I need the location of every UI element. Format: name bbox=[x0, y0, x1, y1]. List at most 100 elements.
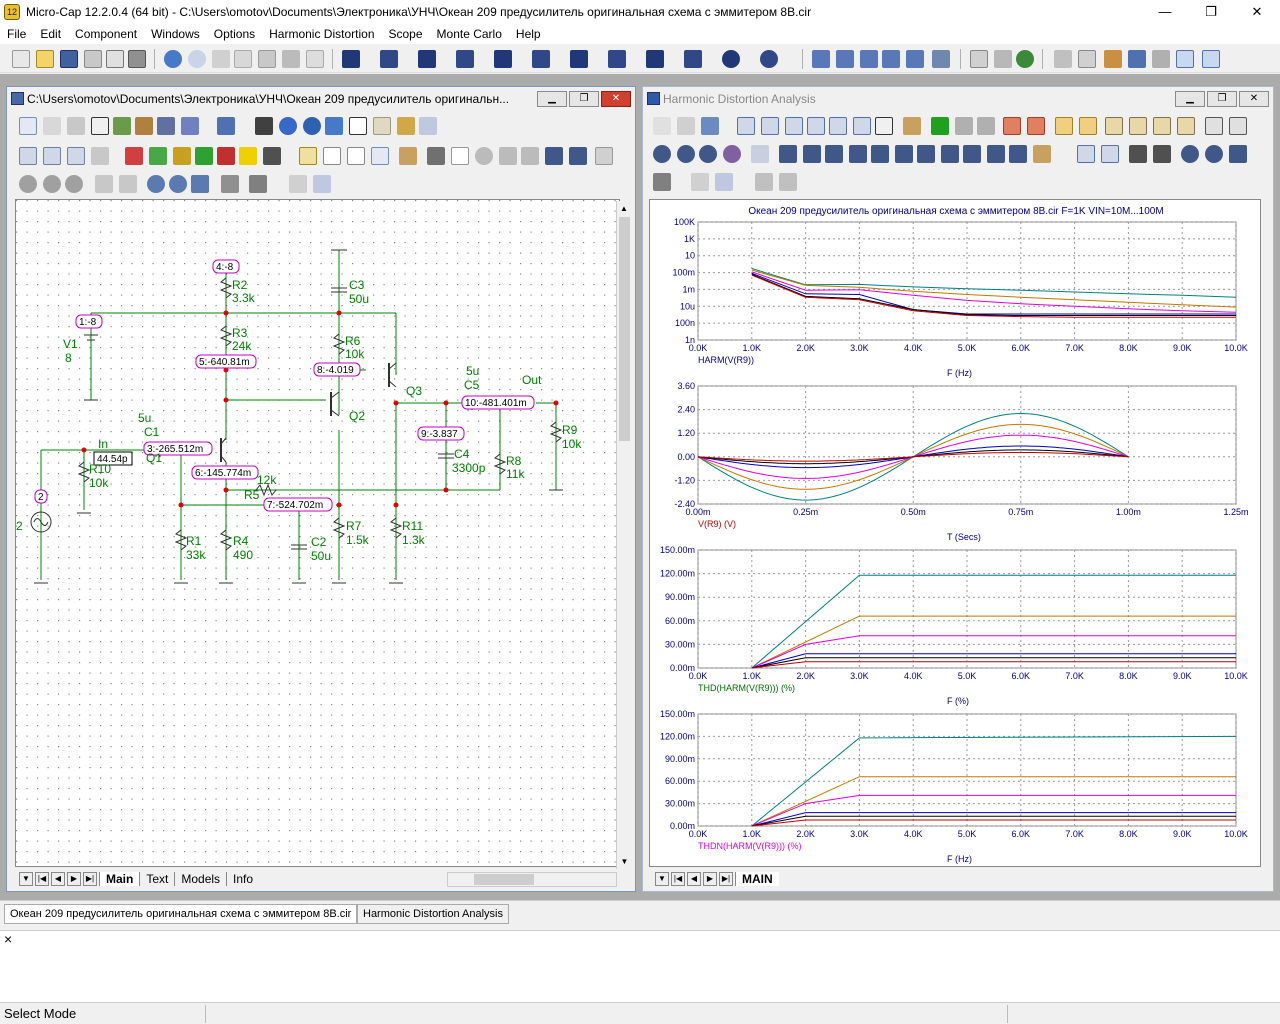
menu-harmonic-distortion[interactable]: Harmonic Distortion bbox=[262, 27, 381, 41]
graph-tag-icon[interactable] bbox=[853, 117, 871, 135]
grid-style-icon[interactable] bbox=[249, 175, 267, 193]
battery-icon[interactable] bbox=[684, 50, 702, 68]
block-icon[interactable] bbox=[646, 50, 664, 68]
inductor-icon[interactable] bbox=[456, 50, 474, 68]
pan-hand-icon[interactable] bbox=[43, 117, 61, 135]
font-icon[interactable] bbox=[289, 175, 307, 193]
edit-icon[interactable] bbox=[751, 145, 769, 163]
zoom-plus-icon[interactable] bbox=[1181, 145, 1199, 163]
tab-prev[interactable]: ◀ bbox=[51, 872, 65, 886]
condition-icon[interactable] bbox=[173, 147, 191, 165]
font-icon[interactable] bbox=[691, 173, 709, 191]
globe-icon[interactable] bbox=[1016, 50, 1034, 68]
menu-scope[interactable]: Scope bbox=[382, 27, 430, 41]
dissipation-icon[interactable] bbox=[195, 147, 213, 165]
menu-help[interactable]: Help bbox=[509, 27, 548, 41]
zoom-out-icon[interactable] bbox=[169, 175, 187, 193]
grid-style-icon[interactable] bbox=[653, 173, 671, 191]
text-attr-icon[interactable] bbox=[19, 147, 37, 165]
scale-icon[interactable] bbox=[701, 117, 719, 135]
node-numbers-icon[interactable] bbox=[67, 147, 85, 165]
table-icon[interactable] bbox=[397, 117, 415, 135]
node-voltage-icon[interactable] bbox=[91, 147, 109, 165]
graph-fit-icon[interactable] bbox=[829, 117, 847, 135]
zoom-out-icon[interactable] bbox=[677, 145, 695, 163]
doc-tab-schematic[interactable]: Океан 209 предусилитель оригинальная схе… bbox=[4, 904, 358, 924]
translate-icon[interactable] bbox=[595, 147, 613, 165]
close-button[interactable]: ✕ bbox=[1234, 0, 1280, 24]
meas-2-icon[interactable] bbox=[803, 145, 821, 163]
tab-first[interactable]: |◀ bbox=[671, 872, 685, 886]
mosfet-icon[interactable] bbox=[570, 50, 588, 68]
schematic-hscrollbar[interactable] bbox=[447, 872, 617, 887]
save-all-icon[interactable] bbox=[84, 50, 102, 68]
minimize-button[interactable]: — bbox=[1142, 0, 1188, 24]
line-tool-icon[interactable] bbox=[113, 117, 131, 135]
pan-hand-icon[interactable] bbox=[677, 117, 695, 135]
graph-pan-icon[interactable] bbox=[785, 117, 803, 135]
tab-text[interactable]: Text bbox=[139, 872, 174, 886]
tab-main-analysis[interactable]: MAIN bbox=[735, 872, 779, 886]
copy-icon[interactable] bbox=[755, 173, 773, 191]
step-icon[interactable] bbox=[419, 117, 437, 135]
signal-source-icon[interactable] bbox=[760, 50, 778, 68]
package-icon[interactable] bbox=[994, 50, 1012, 68]
tab-last[interactable]: ▶| bbox=[719, 872, 733, 886]
properties-icon[interactable] bbox=[1033, 145, 1051, 163]
zoom-in-icon[interactable] bbox=[147, 175, 165, 193]
page2-icon[interactable] bbox=[323, 147, 341, 165]
delete-icon[interactable] bbox=[282, 50, 300, 68]
tab-models[interactable]: Models bbox=[174, 872, 226, 886]
tab-first[interactable]: |◀ bbox=[35, 872, 49, 886]
capacitor-icon[interactable] bbox=[418, 50, 436, 68]
meas-7-icon[interactable] bbox=[917, 145, 935, 163]
help-topic-icon[interactable] bbox=[325, 117, 343, 135]
grid-text-icon[interactable] bbox=[263, 147, 281, 165]
source-icon[interactable] bbox=[722, 50, 740, 68]
stop-icon[interactable] bbox=[955, 117, 973, 135]
pen-tool-icon[interactable] bbox=[135, 117, 153, 135]
output-close-button[interactable]: × bbox=[4, 931, 12, 947]
select-arrow-icon[interactable] bbox=[19, 117, 37, 135]
zoom-fit-icon[interactable] bbox=[191, 175, 209, 193]
menu-file[interactable]: File bbox=[0, 27, 33, 41]
tile-horizontal-icon[interactable] bbox=[860, 50, 878, 68]
bjt-icon[interactable] bbox=[532, 50, 550, 68]
tab-next[interactable]: ▶ bbox=[67, 872, 81, 886]
text-tool-icon[interactable] bbox=[91, 117, 109, 135]
go-icon[interactable] bbox=[19, 175, 37, 193]
menu-component[interactable]: Component bbox=[68, 27, 144, 41]
menu-options[interactable]: Options bbox=[207, 27, 262, 41]
redraw-icon[interactable] bbox=[221, 175, 239, 193]
meas-3-icon[interactable] bbox=[825, 145, 843, 163]
tab-info[interactable]: Info bbox=[226, 872, 259, 886]
peak-icon[interactable] bbox=[1055, 117, 1073, 135]
paste-region-icon[interactable] bbox=[119, 175, 137, 193]
tab-scroll-down[interactable]: ▼ bbox=[655, 872, 669, 886]
plus-icon[interactable] bbox=[1229, 117, 1247, 135]
print-preview-icon[interactable] bbox=[106, 50, 124, 68]
pause-icon[interactable] bbox=[65, 175, 83, 193]
hscroll-thumb[interactable] bbox=[474, 874, 534, 885]
ibis-icon[interactable] bbox=[1128, 50, 1146, 68]
analysis-close-button[interactable]: ✕ bbox=[1239, 91, 1269, 107]
info-icon[interactable] bbox=[279, 117, 297, 135]
menu-monte-carlo[interactable]: Monte Carlo bbox=[430, 27, 509, 41]
help-icon[interactable] bbox=[303, 117, 321, 135]
tile-vertical-icon[interactable] bbox=[836, 50, 854, 68]
model-icon[interactable] bbox=[1054, 50, 1072, 68]
valley-icon[interactable] bbox=[1079, 117, 1097, 135]
cut-icon[interactable] bbox=[212, 50, 230, 68]
meas-8-icon[interactable] bbox=[941, 145, 959, 163]
select-arrow-icon[interactable] bbox=[653, 117, 671, 135]
graph-zoom-icon[interactable] bbox=[807, 117, 825, 135]
select-region-icon[interactable] bbox=[427, 147, 445, 165]
tile4-icon[interactable] bbox=[1177, 117, 1195, 135]
filter-design-icon[interactable] bbox=[1152, 50, 1170, 68]
doc-tab-analysis[interactable]: Harmonic Distortion Analysis bbox=[357, 904, 509, 924]
scroll-up-arrow[interactable]: ▲ bbox=[617, 201, 631, 216]
zoom-in-icon[interactable] bbox=[653, 145, 671, 163]
wire-icon[interactable] bbox=[67, 117, 85, 135]
pin-connect-icon[interactable] bbox=[371, 147, 389, 165]
paste-icon[interactable] bbox=[779, 173, 797, 191]
